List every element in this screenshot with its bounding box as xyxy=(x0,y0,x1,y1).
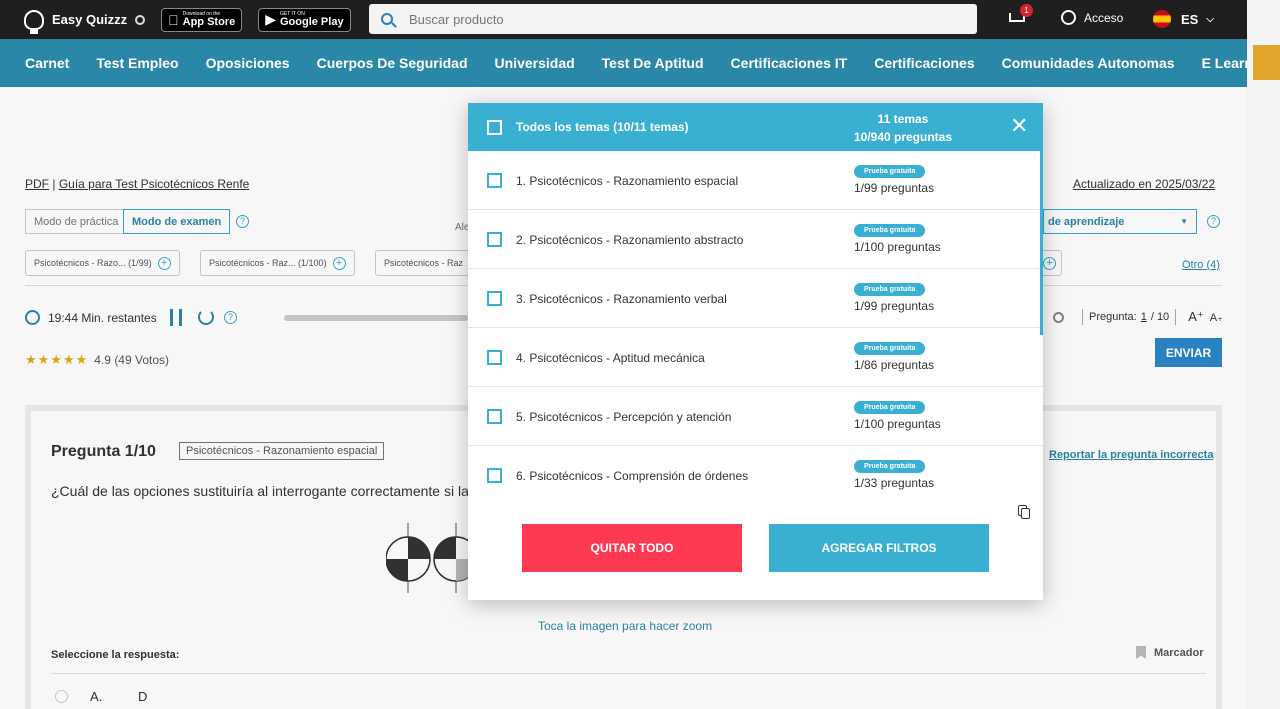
side-tab[interactable] xyxy=(1253,45,1280,80)
google-play-big: Google Play xyxy=(269,15,344,28)
topic-checkbox[interactable] xyxy=(487,350,502,365)
search-icon xyxy=(381,13,393,25)
topic-question-count: 1/86 preguntas xyxy=(854,358,935,372)
nav-certificaciones-it[interactable]: Certificaciones IT xyxy=(731,55,848,71)
settings-icon xyxy=(135,14,146,25)
nav-certificaciones[interactable]: Certificaciones xyxy=(874,55,974,71)
nav-comunidades-autonomas[interactable]: Comunidades Autonomas xyxy=(1002,55,1175,71)
nav-test-empleo[interactable]: Test Empleo xyxy=(96,55,178,71)
topic-name: 3. Psicotécnicos - Razonamiento verbal xyxy=(516,292,727,306)
modal-scrollbar[interactable] xyxy=(1040,151,1043,335)
all-topics-label: Todos los temas (10/11 temas) xyxy=(516,120,689,134)
cart-count-badge: 1 xyxy=(1020,4,1033,17)
topic-name: 4. Psicotécnicos - Aptitud mecánica xyxy=(516,351,705,365)
topic-name: 6. Psicotécnicos - Comprensión de órdene… xyxy=(516,469,749,483)
page-scrollbar[interactable] xyxy=(1247,0,1280,709)
lightbulb-icon xyxy=(24,9,44,34)
nav-e-learning[interactable]: E Learning xyxy=(1202,55,1247,71)
app-store-badge[interactable]:  Download on theApp Store xyxy=(161,7,243,32)
topic-question-count: 1/99 preguntas xyxy=(854,299,935,313)
language-selector[interactable]: ES ⌵ xyxy=(1153,10,1214,28)
brand-name: Easy Quizzz xyxy=(52,12,128,27)
topic-row[interactable]: 5. Psicotécnicos - Percepción y atención… xyxy=(468,387,1043,446)
topic-question-count: 1/100 preguntas xyxy=(854,240,941,254)
login-link[interactable]: Acceso xyxy=(1061,10,1123,25)
topic-name: 1. Psicotécnicos - Razonamiento espacial xyxy=(516,174,739,188)
topic-question-count: 1/100 preguntas xyxy=(854,417,941,431)
nav-oposiciones[interactable]: Oposiciones xyxy=(206,55,290,71)
topic-checkbox[interactable] xyxy=(487,468,502,483)
topic-row[interactable]: 2. Psicotécnicos - Razonamiento abstract… xyxy=(468,210,1043,269)
topics-filter-modal: Todos los temas (10/11 temas) 11 temas 1… xyxy=(468,103,1043,600)
topic-checkbox[interactable] xyxy=(487,232,502,247)
brand-logo[interactable]: Easy Quizzz xyxy=(24,9,146,34)
topic-row[interactable]: 1. Psicotécnicos - Razonamiento espacial… xyxy=(468,151,1043,210)
topic-checkbox[interactable] xyxy=(487,291,502,306)
apple-icon:  xyxy=(168,12,179,28)
nav-carnet[interactable]: Carnet xyxy=(25,55,69,71)
free-trial-badge: Prueba gratuita xyxy=(854,460,926,473)
modal-header: Todos los temas (10/11 temas) 11 temas 1… xyxy=(468,103,1043,151)
close-icon[interactable]: ✕ xyxy=(1010,115,1028,137)
select-all-checkbox[interactable] xyxy=(487,120,502,135)
search-bar[interactable] xyxy=(369,4,977,34)
copy-icon[interactable] xyxy=(1018,505,1030,519)
nav-cuerpos-de-seguridad[interactable]: Cuerpos De Seguridad xyxy=(317,55,468,71)
remove-all-button[interactable]: QUITAR TODO xyxy=(522,524,742,572)
topic-row[interactable]: 4. Psicotécnicos - Aptitud mecánica Prue… xyxy=(468,328,1043,387)
topic-name: 5. Psicotécnicos - Percepción y atención xyxy=(516,410,732,424)
free-trial-badge: Prueba gratuita xyxy=(854,283,926,296)
nav-universidad[interactable]: Universidad xyxy=(495,55,575,71)
category-nav: Carnet Test Empleo Oposiciones Cuerpos D… xyxy=(0,39,1247,87)
app-store-big: App Store xyxy=(172,15,236,28)
user-icon xyxy=(1061,10,1076,25)
topic-row[interactable]: 6. Psicotécnicos - Comprensión de órdene… xyxy=(468,446,1043,501)
modal-summary: 11 temas 10/940 preguntas xyxy=(838,110,968,146)
search-input[interactable] xyxy=(409,11,909,27)
topic-question-count: 1/33 preguntas xyxy=(854,476,935,490)
play-icon: ▶ xyxy=(254,11,276,27)
cart-button[interactable]: 1 xyxy=(1007,4,1033,27)
topic-question-count: 1/99 preguntas xyxy=(854,181,935,195)
topic-checkbox[interactable] xyxy=(487,409,502,424)
topic-row[interactable]: 3. Psicotécnicos - Razonamiento verbal P… xyxy=(468,269,1043,328)
language-code: ES xyxy=(1181,11,1199,27)
free-trial-badge: Prueba gratuita xyxy=(854,342,926,355)
topics-count: 11 temas xyxy=(877,112,929,126)
topic-name: 2. Psicotécnicos - Razonamiento abstract… xyxy=(516,233,744,247)
google-play-badge[interactable]: ▶ GET IT ON Google Play xyxy=(254,7,351,32)
free-trial-badge: Prueba gratuita xyxy=(854,401,926,414)
questions-count: 10/940 preguntas xyxy=(853,130,953,144)
add-filters-button[interactable]: AGREGAR FILTROS xyxy=(769,524,989,572)
login-label: Acceso xyxy=(1084,10,1124,25)
free-trial-badge: Prueba gratuita xyxy=(854,165,926,178)
free-trial-badge: Prueba gratuita xyxy=(854,224,926,237)
chevron-down-icon: ⌵ xyxy=(1206,13,1214,25)
nav-test-de-aptitud[interactable]: Test De Aptitud xyxy=(602,55,704,71)
topic-checkbox[interactable] xyxy=(487,173,502,188)
topic-list: 1. Psicotécnicos - Razonamiento espacial… xyxy=(468,151,1043,501)
spain-flag-icon xyxy=(1153,10,1171,28)
